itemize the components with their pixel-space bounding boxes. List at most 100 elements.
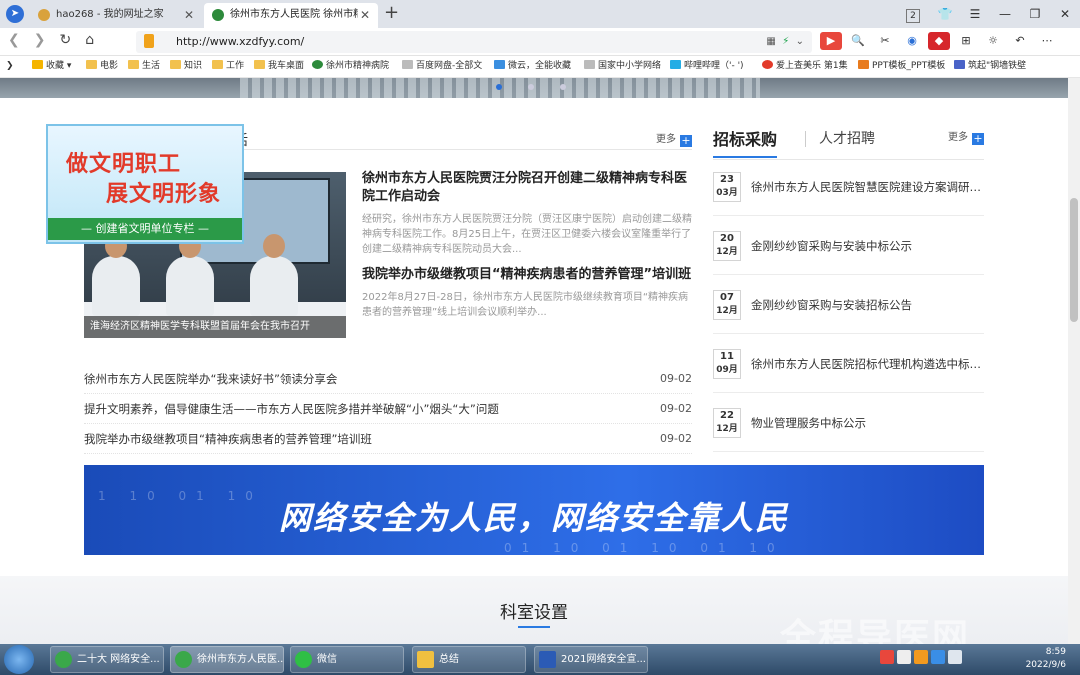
browser-logo-icon[interactable]: ➤	[6, 5, 24, 23]
news-item-title[interactable]: 我院举办市级继教项目“精神疾病患者的营养管理”培训班	[84, 432, 372, 446]
notice-item[interactable]: 07 12月 金刚纱纱窗采购与安装招标公告	[713, 278, 984, 334]
carousel-dot[interactable]	[496, 84, 502, 90]
notice-title[interactable]: 徐州市东方人民医院招标代理机构遴选中标公示	[751, 356, 983, 372]
undo-icon[interactable]: ↶	[1009, 32, 1031, 50]
notice-item[interactable]: 22 12月 物业管理服务中标公示	[713, 396, 984, 452]
forward-icon[interactable]: ❯	[34, 32, 60, 48]
search-icon[interactable]: 🔍	[847, 32, 869, 50]
video-icon[interactable]: ▶	[820, 32, 842, 50]
tab-hao268[interactable]: hao268 - 我的网址之家 ✕	[30, 3, 202, 28]
date-badge: 20 12月	[713, 231, 741, 261]
bookmark-hospital[interactable]: 徐州市精神病院	[312, 56, 389, 77]
tab-divider	[805, 131, 806, 147]
article-title[interactable]: 我院举办市级继教项目“精神疾病患者的营养管理”培训班	[362, 266, 692, 284]
bookmark-school[interactable]: 国家中小学网络	[584, 56, 661, 77]
back-icon[interactable]: ❮	[8, 32, 34, 48]
bookmark-tv[interactable]: 爱上查美乐 第1集	[762, 56, 848, 77]
security-shield-icon[interactable]	[144, 34, 154, 48]
notice-item[interactable]: 20 12月 金刚纱纱窗采购与安装中标公示	[713, 219, 984, 275]
bookmark-desktop[interactable]: 我车桌面	[254, 56, 304, 77]
notice-title[interactable]: 金刚纱纱窗采购与安装招标公告	[751, 297, 983, 313]
news-item-date: 09-02	[660, 372, 692, 385]
civilization-badge[interactable]: 做文明职工 展文明形象 — 创建省文明单位专栏 —	[46, 124, 244, 244]
network-icon[interactable]	[931, 650, 945, 664]
bookmark-article[interactable]: 筑起"钢墙铁壁	[954, 56, 1026, 77]
tab-hospital[interactable]: 徐州市东方人民医院 徐州市精神 ✕	[204, 3, 378, 28]
tray-icon[interactable]	[897, 650, 911, 664]
notice-item[interactable]: 23 03月 徐州市东方人民医院智慧医院建设方案调研公告	[713, 160, 984, 216]
start-button-icon[interactable]	[4, 645, 34, 674]
restore-button[interactable]: ❐	[1020, 0, 1050, 28]
chat-icon[interactable]: ◉	[901, 32, 923, 50]
url-text[interactable]: http://www.xzdfyy.com/	[176, 31, 304, 53]
news-list-item[interactable]: 我院举办市级继教项目“精神疾病患者的营养管理”培训班 09-02	[84, 424, 692, 454]
bookmark-weiyun[interactable]: 微云，全能收藏	[494, 56, 571, 77]
procurement-more-link[interactable]: 更多 +	[948, 128, 984, 145]
badge-line-1: 做文明职工	[66, 152, 182, 177]
page-scrollbar[interactable]	[1068, 78, 1080, 644]
carousel-dot[interactable]	[528, 84, 534, 90]
news-item-title[interactable]: 徐州市东方人民医院举办“我来读好书”领读分享会	[84, 372, 337, 386]
brightness-icon[interactable]: ☼	[982, 32, 1004, 50]
tab-count-button[interactable]: 2	[906, 9, 920, 23]
news-list-item[interactable]: 提升文明素养，倡导健康生活——市东方人民医院多措并举破解“小”烟头“大”问题 0…	[84, 394, 692, 424]
scissors-icon[interactable]: ✂	[874, 32, 896, 50]
binary-pattern: 01 10 01 10 01 10	[504, 541, 785, 555]
home-icon[interactable]: ⌂	[85, 32, 108, 48]
bookmark-folder-life[interactable]: 生活	[128, 56, 160, 77]
security-icon[interactable]	[914, 650, 928, 664]
more-icon[interactable]: ⋯	[1036, 32, 1058, 50]
input-method-icon[interactable]	[880, 650, 894, 664]
grid-icon[interactable]: ⊞	[955, 32, 977, 50]
refresh-icon[interactable]: ↻	[59, 32, 85, 48]
bookmark-folder-work[interactable]: 工作	[212, 56, 244, 77]
photo-caption[interactable]: 淮海经济区精神医学专科联盟首届年会在我市召开	[84, 316, 346, 338]
news-item-title[interactable]: 提升文明素养，倡导健康生活——市东方人民医院多措并举破解“小”烟头“大”问题	[84, 402, 499, 416]
article-title[interactable]: 徐州市东方人民医院贾汪分院召开创建二级精神病专科医院工作启动会	[362, 170, 692, 206]
news-list: 徐州市东方人民医院举办“我来读好书”领读分享会 09-02 提升文明素养，倡导健…	[84, 364, 692, 454]
taskbar-item[interactable]: 二十大 网络安全...	[50, 646, 164, 673]
news-item-date: 09-02	[660, 402, 692, 415]
bookmark-folder-knowledge[interactable]: 知识	[170, 56, 202, 77]
taskbar-item[interactable]: 总结	[412, 646, 526, 673]
bookmark-baidu-pan[interactable]: 百度网盘-全部文	[402, 56, 482, 77]
news-list-item[interactable]: 徐州市东方人民医院举办“我来读好书”领读分享会 09-02	[84, 364, 692, 394]
taskbar-item[interactable]: 微信	[290, 646, 404, 673]
chevron-down-icon[interactable]: ⌄	[796, 36, 804, 47]
taskbar-item-active[interactable]: 徐州市东方人民医...	[170, 646, 284, 673]
tab-recruitment[interactable]: 人才招聘	[819, 128, 875, 148]
menu-icon[interactable]: ☰	[960, 0, 990, 28]
person-head	[263, 234, 285, 258]
shield-icon[interactable]: ◆	[928, 32, 950, 50]
bookmark-ppt[interactable]: PPT模板_PPT模板	[858, 56, 945, 77]
banner-slogan: 网络安全为人民，网络安全靠人民	[278, 499, 789, 537]
cyber-security-banner[interactable]: 1 10 01 10 01 10 01 10 01 10 网络安全为人民，网络安…	[84, 465, 984, 555]
close-window-button[interactable]: ✕	[1050, 0, 1080, 28]
notice-title[interactable]: 金刚纱纱窗采购与安装中标公示	[751, 238, 983, 254]
carousel-dot[interactable]	[560, 84, 566, 90]
bookmark-sidebar-toggle[interactable]: ❯	[6, 56, 14, 77]
tab-procurement[interactable]: 招标采购	[713, 126, 778, 158]
notice-title[interactable]: 物业管理服务中标公示	[751, 415, 983, 431]
notice-title[interactable]: 徐州市东方人民医院智慧医院建设方案调研公告	[751, 179, 983, 195]
bookmark-folder-movies[interactable]: 电影	[86, 56, 118, 77]
tab-title: hao268 - 我的网址之家	[56, 9, 164, 20]
bookmark-bilibili[interactable]: 哔哩哔哩（'- ')	[670, 56, 744, 77]
close-tab-icon[interactable]: ✕	[184, 3, 194, 27]
shirt-icon[interactable]: 👕	[930, 0, 960, 28]
qr-code-icon[interactable]: ▦	[766, 36, 775, 47]
scrollbar-thumb[interactable]	[1070, 198, 1078, 322]
taskbar-item[interactable]: 2021网络安全宣...	[534, 646, 648, 673]
url-field[interactable]: http://www.xzdfyy.com/ ▦ ⚡ ⌄	[136, 31, 812, 53]
minimize-button[interactable]: —	[990, 0, 1020, 28]
wechat-icon	[295, 651, 312, 668]
new-tab-plus-icon[interactable]: +	[384, 2, 399, 23]
news-more-link[interactable]: 更多 +	[656, 130, 692, 147]
notice-item[interactable]: 11 09月 徐州市东方人民医院招标代理机构遴选中标公示	[713, 337, 984, 393]
bookmark-favorites[interactable]: 收藏 ▾	[32, 56, 71, 77]
plus-icon: +	[972, 132, 984, 145]
volume-icon[interactable]	[948, 650, 962, 664]
lightning-icon[interactable]: ⚡	[782, 36, 789, 47]
system-clock[interactable]: 8:59 2022/9/6	[1026, 646, 1066, 672]
close-tab-icon[interactable]: ✕	[360, 3, 370, 27]
